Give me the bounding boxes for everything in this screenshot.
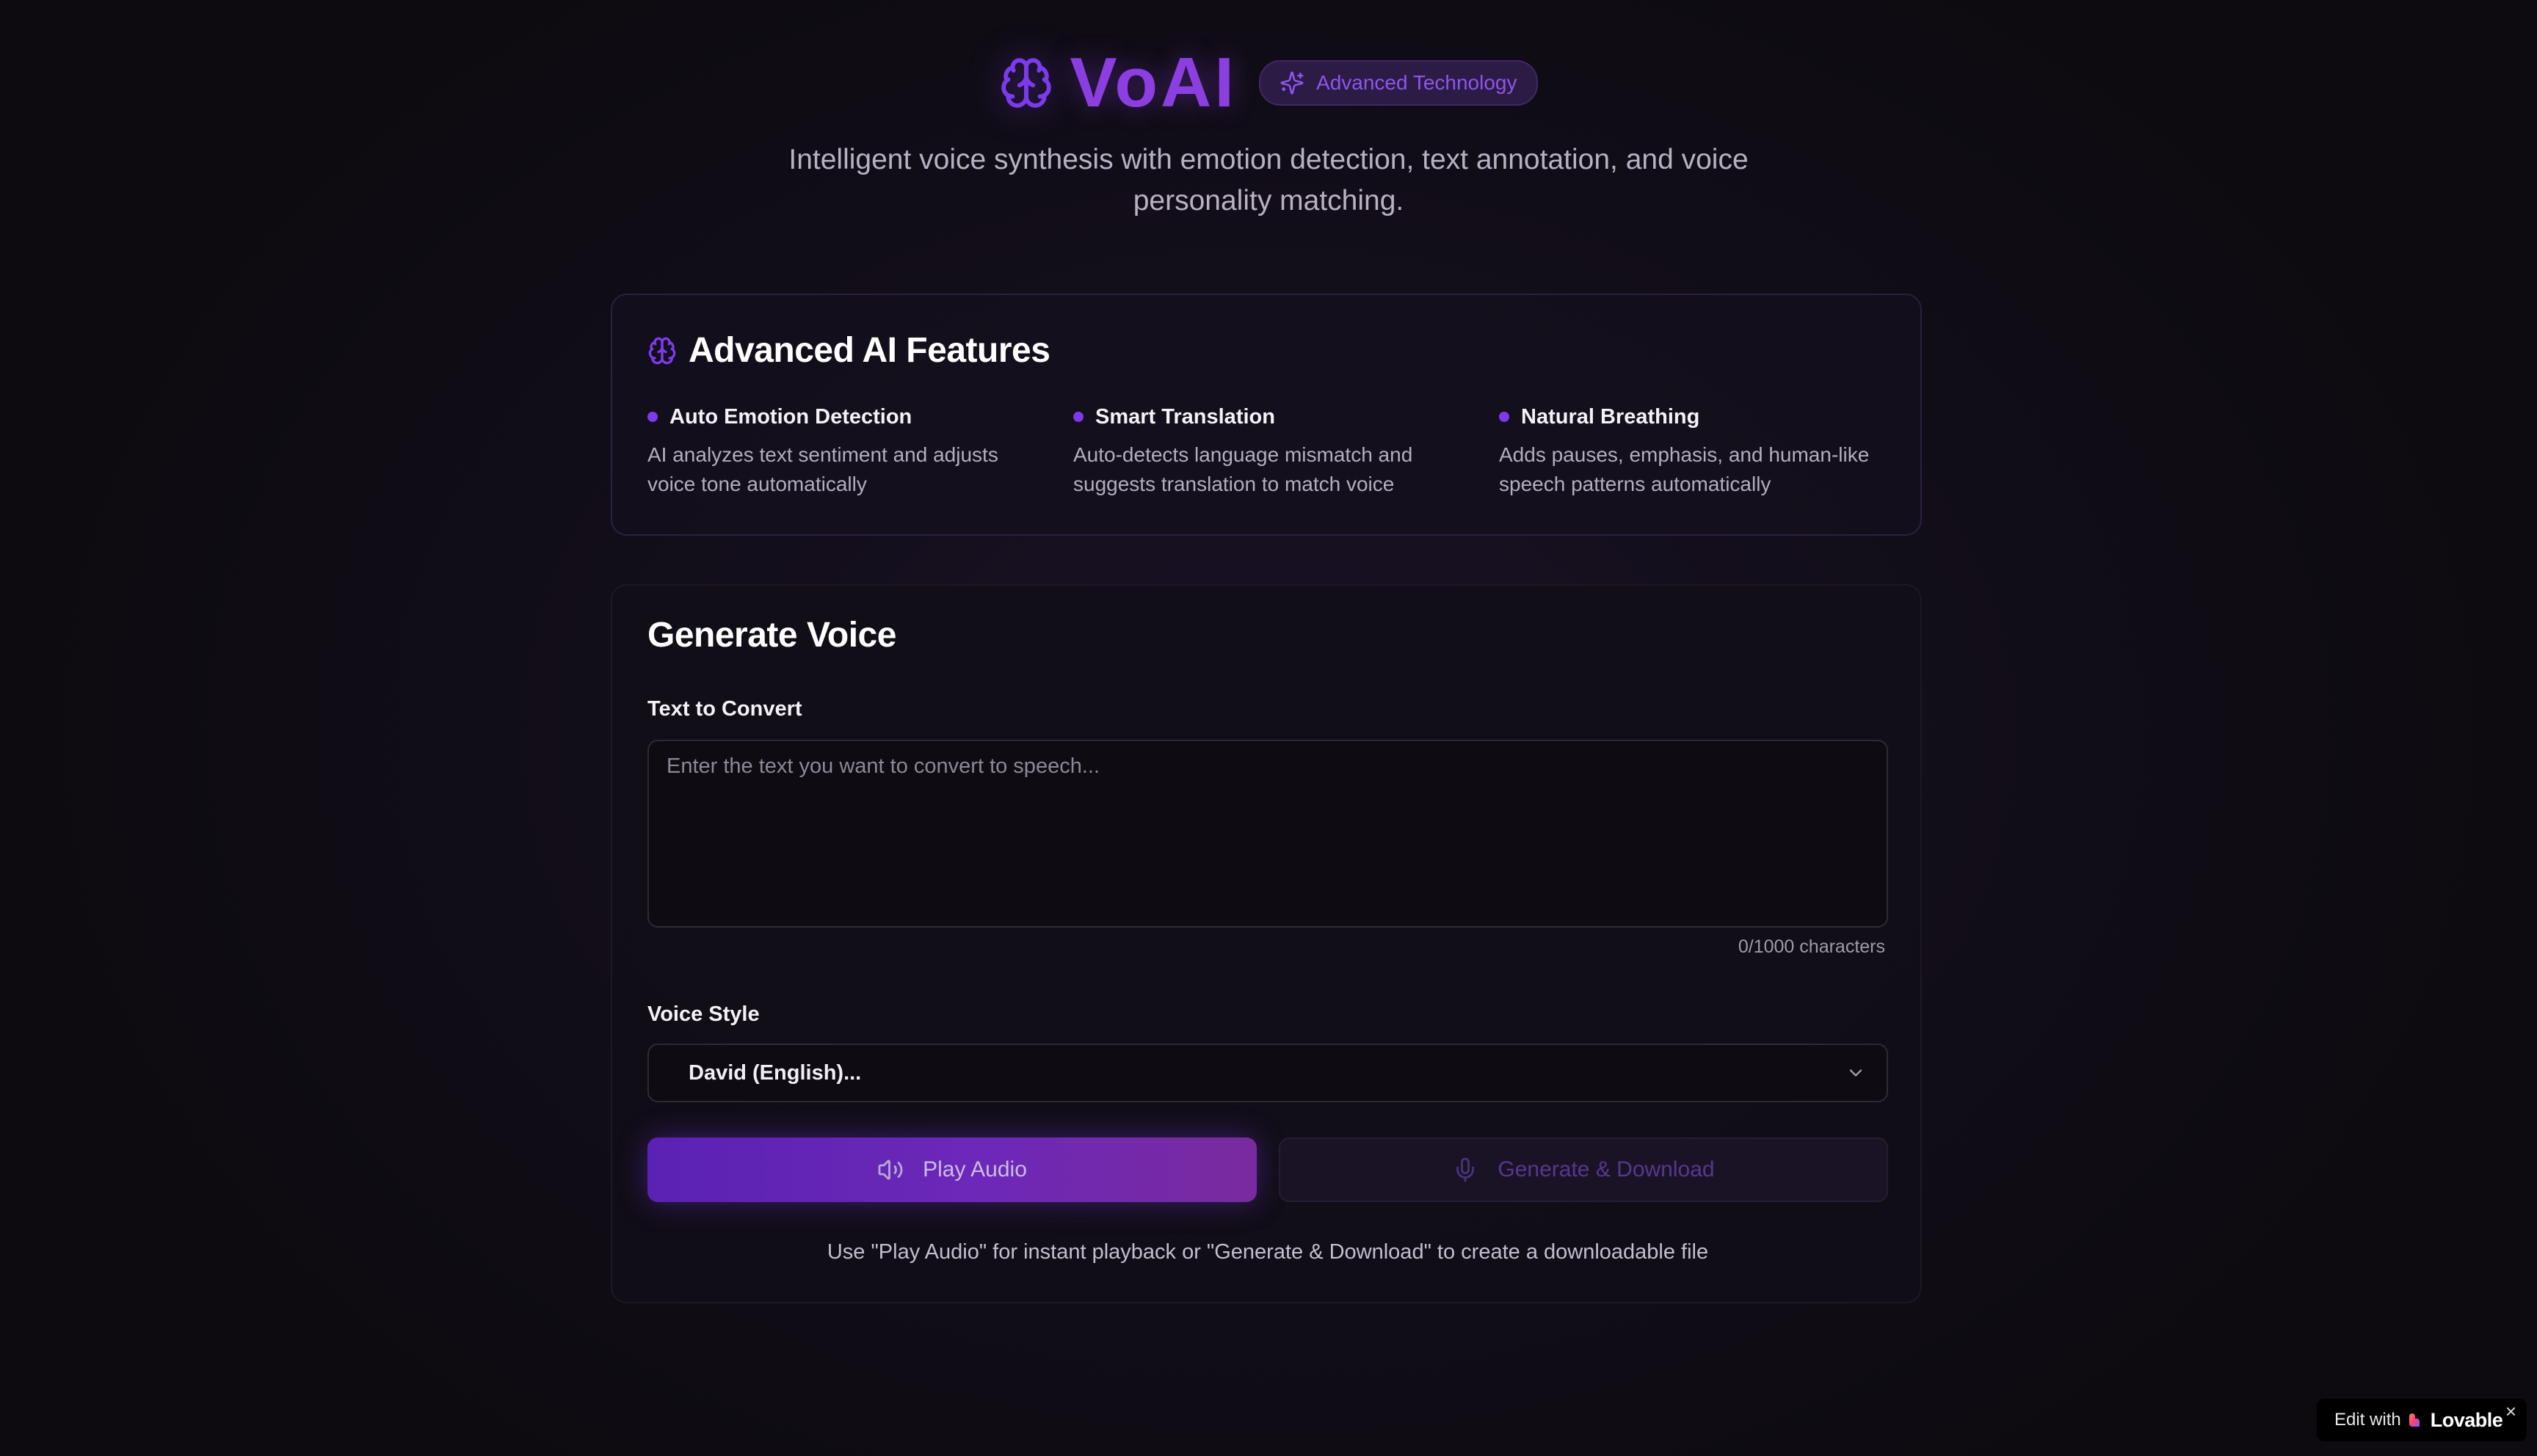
brain-icon [1001,58,1052,108]
play-audio-label: Play Audio [923,1157,1027,1182]
generate-title: Generate Voice [647,616,896,655]
features-header: Advanced AI Features [647,330,1050,371]
feature-description: Auto-detects language mismatch and sugge… [1073,443,1413,495]
brand-name: VoAI [1070,43,1238,122]
selected-voice: David (English)... [689,1060,862,1085]
brain-icon [648,337,676,364]
tagline: Intelligent voice synthesis with emotion… [788,144,1749,216]
voice-style-label: Voice Style [647,1002,760,1026]
text-input[interactable] [647,740,1888,928]
voice-style-select[interactable]: David (English)... [647,1044,1888,1102]
lovable-brand: Lovable [2430,1408,2503,1431]
bullet-dot [1499,412,1509,422]
microphone-icon [1456,1157,1475,1182]
character-count: 0/1000 characters [1738,936,1885,957]
close-icon[interactable]: × [2505,1400,2516,1422]
feature-title: Natural Breathing [1521,404,1700,429]
generate-download-label: Generate & Download [1498,1157,1715,1182]
badge-label: Advanced Technology [1316,71,1517,94]
page-header: VoAI Advanced Technology Intelligent voi… [0,44,2537,222]
brand-row: VoAI Advanced Technology [999,43,1538,122]
feature-title: Auto Emotion Detection [669,404,912,429]
bullet-dot [647,412,658,422]
text-label: Text to Convert [647,697,802,721]
edit-with-label: Edit with [2334,1410,2401,1430]
play-audio-button[interactable]: Play Audio [647,1138,1257,1202]
sparkles-icon [1280,71,1304,95]
bullet-dot [1073,412,1084,422]
lovable-heart-icon [2409,1413,2420,1427]
features-title: Advanced AI Features [689,331,1050,370]
edit-with-lovable-badge[interactable]: Edit with Lovable × [2317,1399,2527,1441]
feature-description: Adds pauses, emphasis, and human-like sp… [1499,443,1870,495]
chevron-down-icon [1849,1069,1862,1077]
feature-emotion-detection: Auto Emotion Detection AI analyzes text … [647,402,1044,499]
feature-natural-breathing: Natural Breathing Adds pauses, emphasis,… [1499,402,1895,499]
feature-description: AI analyzes text sentiment and adjusts v… [647,443,998,495]
features-card: Advanced AI Features Auto Emotion Detect… [611,294,1922,536]
speaker-icon [878,1160,903,1180]
generate-download-button[interactable]: Generate & Download [1279,1138,1888,1202]
generate-voice-card: Generate Voice Text to Convert 0/1000 ch… [611,584,1922,1303]
feature-title: Smart Translation [1095,404,1275,429]
usage-hint: Use "Play Audio" for instant playback or… [827,1240,1709,1264]
feature-smart-translation: Smart Translation Auto-detects language … [1073,402,1470,499]
technology-badge: Advanced Technology [1259,60,1538,106]
